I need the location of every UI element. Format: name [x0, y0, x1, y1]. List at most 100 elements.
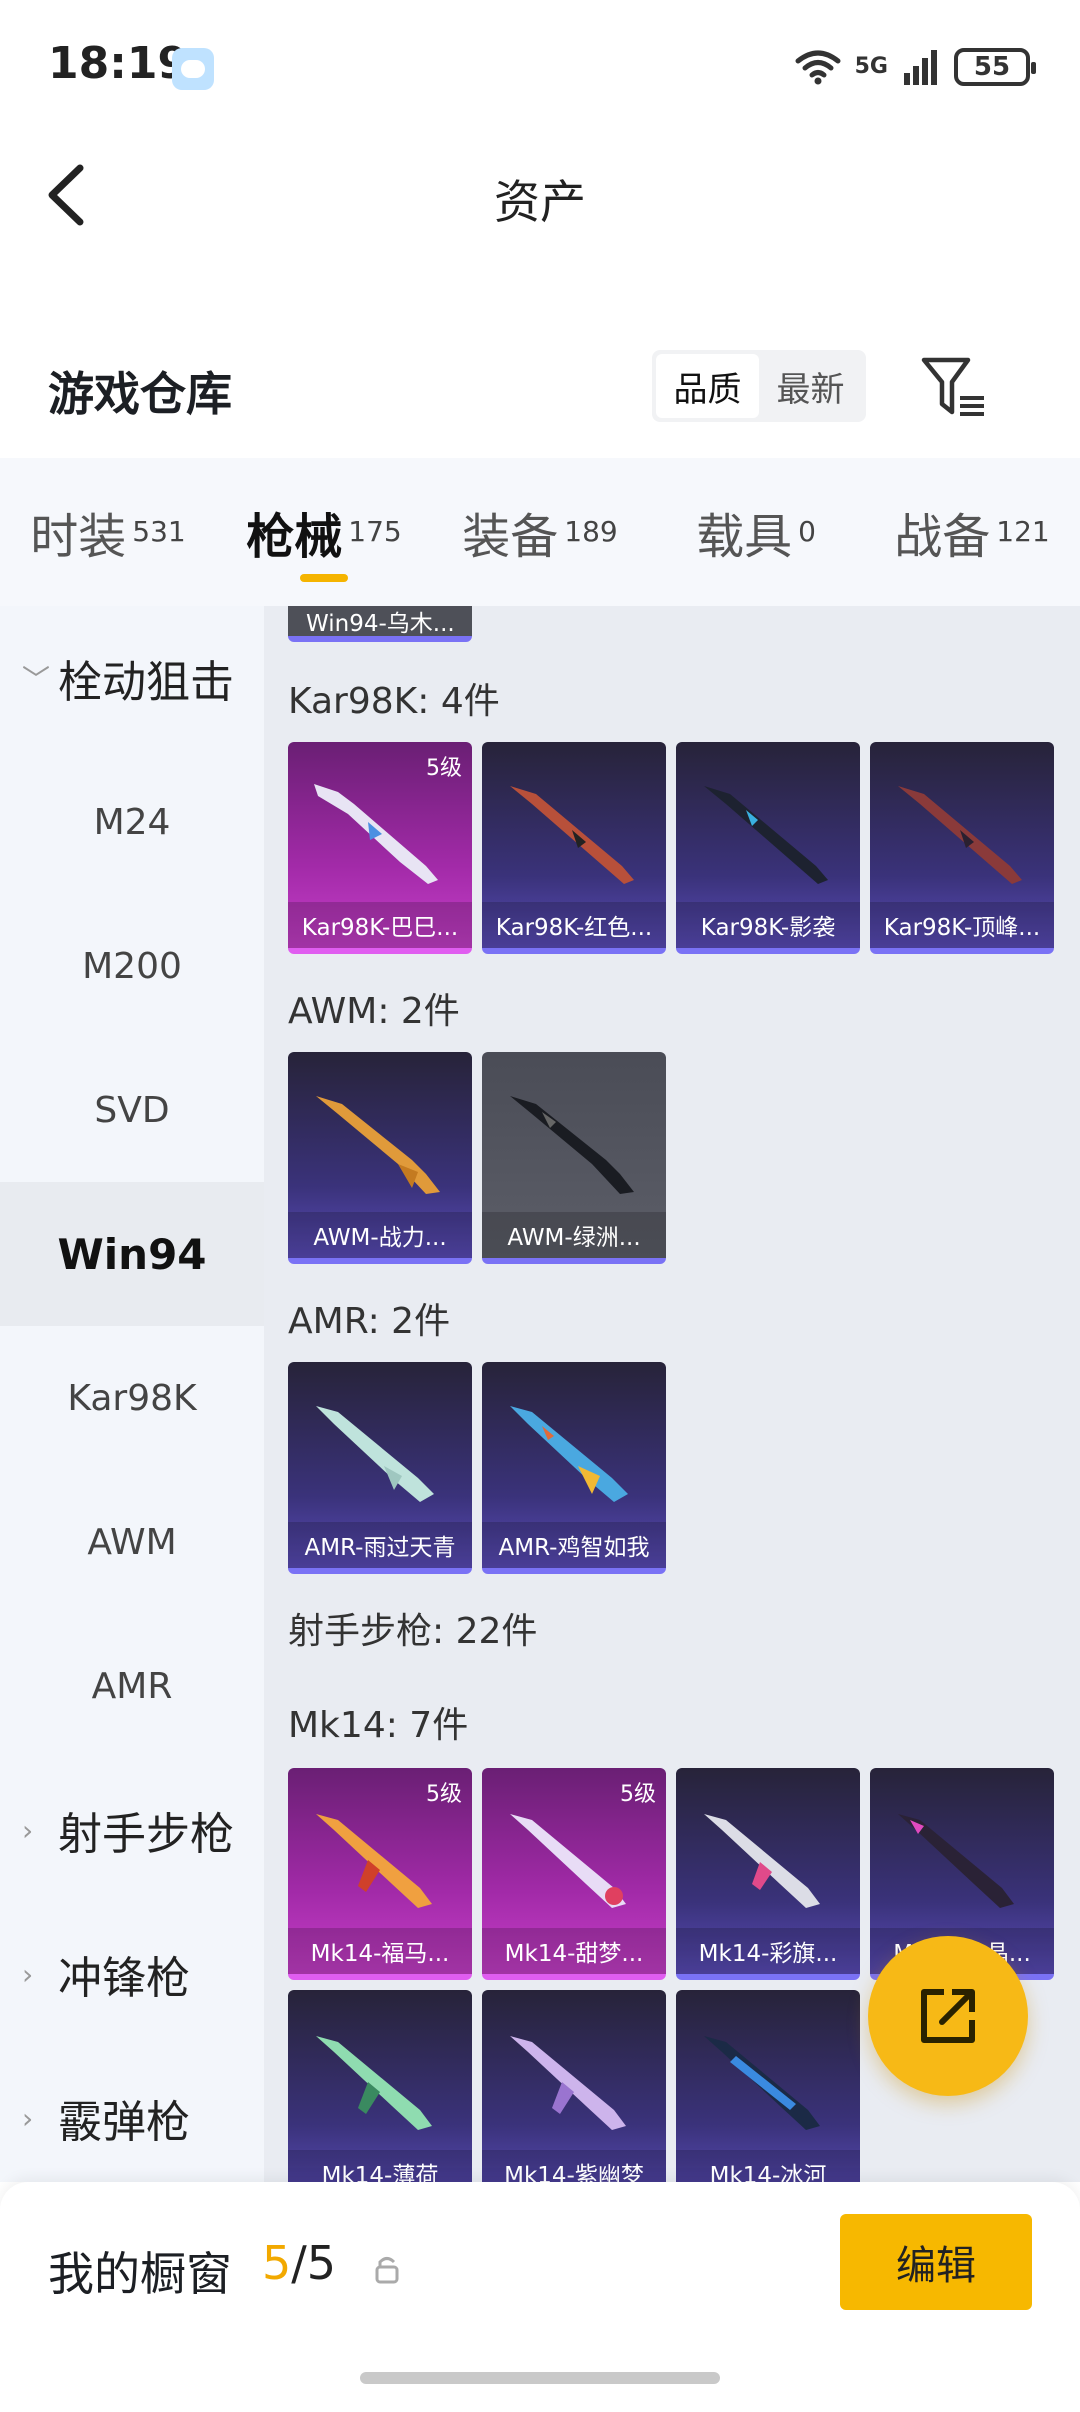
rifle-skin-image: [510, 2036, 626, 2130]
showcase-count: 5/5: [262, 2236, 336, 2290]
tab-supplies[interactable]: 战备 121: [864, 458, 1080, 606]
sort-quality-option[interactable]: 品质: [656, 354, 759, 418]
share-icon: [921, 1989, 975, 2043]
item-card[interactable]: Mk14-紫幽梦: [482, 1990, 666, 2182]
section-title: AMR: 2件: [288, 1301, 451, 1342]
showcase-count-total: /5: [291, 2236, 337, 2290]
item-name: Mk14-彩旗...: [676, 1928, 860, 1974]
active-tab-indicator: [300, 574, 348, 582]
chevron-right-icon: ›: [22, 2101, 34, 2135]
home-indicator: [360, 2372, 720, 2384]
item-card[interactable]: Mk14-彩旗...: [676, 1768, 860, 1980]
sort-toggle: 品质 最新: [652, 350, 866, 422]
item-name: Kar98K-顶峰...: [870, 902, 1054, 948]
item-name: AMR-雨过天青: [288, 1522, 472, 1568]
category-tabs: 时装 531 枪械 175 装备 189 载具 0 战备 121: [0, 458, 1080, 606]
showcase-bar: 我的橱窗 5/5 编辑: [0, 2182, 1080, 2412]
item-card[interactable]: 5级 Mk14-福马...: [288, 1768, 472, 1980]
item-card[interactable]: Kar98K-顶峰...: [870, 742, 1054, 954]
sidebar-item-m24[interactable]: M24: [0, 750, 264, 894]
tab-label: 战备: [894, 509, 991, 565]
item-name: Mk14-薄荷: [288, 2150, 472, 2182]
sidebar-group-label: 栓动狙击: [58, 657, 234, 708]
item-card[interactable]: AWM-绿洲...: [482, 1052, 666, 1264]
rifle-skin-image: [510, 1406, 628, 1502]
tab-label: 载具: [696, 509, 793, 565]
section-title: Kar98K: 4件: [288, 681, 500, 722]
lock-icon: [375, 2257, 399, 2284]
item-name: AWM-绿洲...: [482, 1212, 666, 1258]
sidebar-item-m200[interactable]: M200: [0, 894, 264, 1038]
page-title: 资产: [494, 175, 586, 229]
edit-button[interactable]: 编辑: [840, 2214, 1032, 2310]
sidebar-group-label: 冲锋枪: [58, 1953, 190, 2004]
chevron-right-icon: ›: [22, 1813, 34, 1847]
section-title: AWM: 2件: [288, 991, 460, 1032]
sidebar-group-shotgun[interactable]: › 霰弹枪: [0, 2046, 264, 2190]
item-card[interactable]: Mk14-冰河: [676, 1990, 860, 2182]
tab-weapons[interactable]: 枪械 175: [216, 458, 432, 606]
item-card[interactable]: Kar98K-红色...: [482, 742, 666, 954]
tab-label: 装备: [462, 509, 559, 565]
status-bar: 18:19 5G 55: [0, 0, 1080, 130]
item-card[interactable]: AMR-雨过天青: [288, 1362, 472, 1574]
tab-vehicles[interactable]: 载具 0: [648, 458, 864, 606]
rifle-skin-image: [704, 786, 828, 884]
filter-icon[interactable]: [920, 354, 988, 420]
rifle-skin-image: [510, 786, 634, 884]
top-nav: 资产: [0, 130, 1080, 260]
app-notification-icon: [172, 48, 214, 90]
item-card[interactable]: 5级 Mk14-甜梦...: [482, 1768, 666, 1980]
chevron-down-icon: ﹀: [22, 663, 51, 696]
item-name: Kar98K-红色...: [482, 902, 666, 948]
sort-latest-option[interactable]: 最新: [759, 354, 862, 418]
warehouse-header: 游戏仓库 品质 最新: [0, 330, 1080, 450]
weapon-type-sidebar: ﹀ 栓动狙击 M24 M200 SVD Win94 Kar98K AWM AMR …: [0, 606, 264, 2182]
rifle-skin-image: [316, 2036, 432, 2130]
item-name: Mk14-冰河: [676, 2150, 860, 2182]
sidebar-group-label: 射手步枪: [58, 1809, 234, 1860]
rifle-skin-image: [316, 1814, 432, 1908]
sidebar-item-awm[interactable]: AWM: [0, 1470, 264, 1614]
sidebar-group-smg[interactable]: › 冲锋枪: [0, 1902, 264, 2046]
sidebar-item-amr[interactable]: AMR: [0, 1614, 264, 1758]
item-card-partial[interactable]: Win94-乌木...: [288, 606, 472, 642]
rifle-skin-image: [510, 1096, 634, 1194]
tab-fashion[interactable]: 时装 531: [0, 458, 216, 606]
item-name: AWM-战力...: [288, 1212, 472, 1258]
chevron-right-icon: ›: [22, 1957, 34, 1991]
sidebar-group-dmr[interactable]: › 射手步枪: [0, 1758, 264, 1902]
item-card[interactable]: AWM-战力...: [288, 1052, 472, 1264]
sidebar-group-bolt-action[interactable]: ﹀ 栓动狙击: [0, 606, 264, 750]
rifle-skin-image: [704, 1814, 820, 1908]
item-name: Kar98K-影袭: [676, 902, 860, 948]
sidebar-item-svd[interactable]: SVD: [0, 1038, 264, 1182]
rifle-skin-image: [316, 1096, 440, 1194]
warehouse-label: 游戏仓库: [48, 367, 232, 421]
rifle-skin-image: [704, 2036, 820, 2130]
item-name: Mk14-紫幽梦: [482, 2150, 666, 2182]
status-time: 18:19: [48, 38, 189, 89]
share-button[interactable]: [868, 1936, 1028, 2096]
item-name: AMR-鸡智如我: [482, 1522, 666, 1568]
sidebar-item-kar98k[interactable]: Kar98K: [0, 1326, 264, 1470]
rifle-skin-image: [314, 784, 438, 884]
rifle-skin-image: [316, 1406, 434, 1502]
showcase-label: 我的橱窗: [48, 2247, 232, 2301]
section-title: Mk14: 7件: [288, 1705, 469, 1746]
item-card[interactable]: Kar98K-影袭: [676, 742, 860, 954]
sidebar-item-win94[interactable]: Win94: [0, 1182, 264, 1326]
signal-icon: [904, 50, 937, 85]
item-card[interactable]: AMR-鸡智如我: [482, 1362, 666, 1574]
battery-icon: 55: [954, 48, 1036, 86]
showcase-count-current: 5: [262, 2236, 292, 2290]
rifle-skin-image: [898, 1814, 1014, 1908]
item-card[interactable]: 5级 Kar98K-巴巳...: [288, 742, 472, 954]
tab-equipment[interactable]: 装备 189: [432, 458, 648, 606]
rifle-skin-image: [510, 1814, 626, 1908]
item-card[interactable]: Mk14-薄荷: [288, 1990, 472, 2182]
sidebar-group-label: 霰弹枪: [58, 2097, 190, 2148]
rifle-skin-image: [898, 786, 1022, 884]
wifi-icon: [795, 50, 841, 85]
tab-label: 时装: [30, 509, 127, 565]
